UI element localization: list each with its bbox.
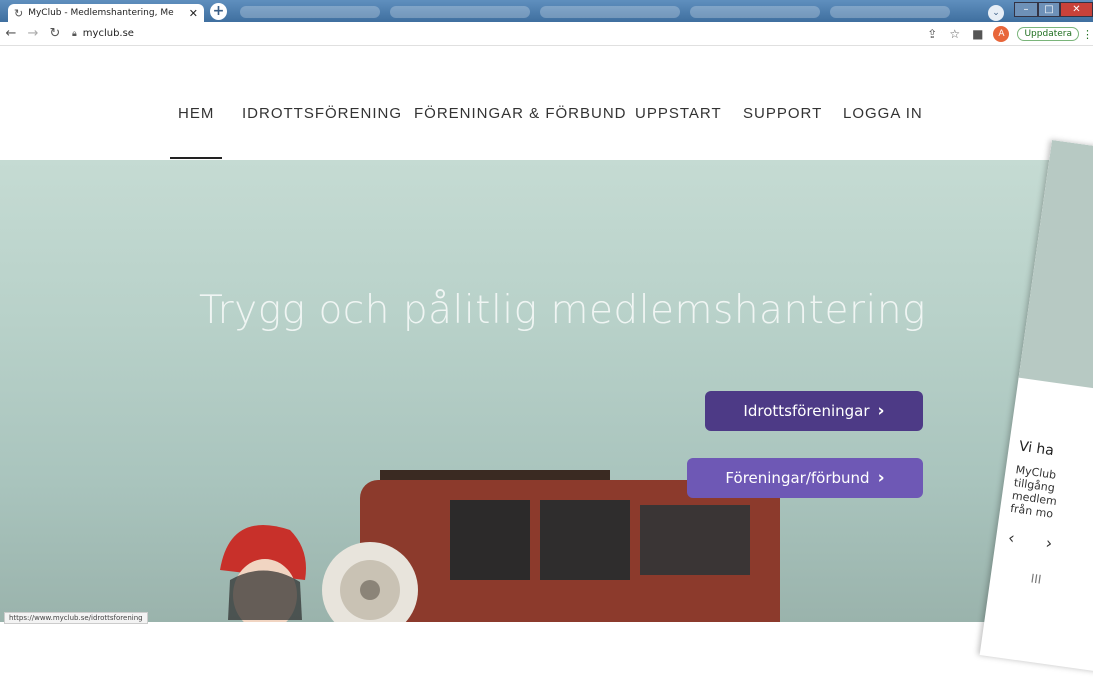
- browser-tab-bar: ↻ MyClub - Medlemshantering, Me ✕ + ⌄ – …: [0, 0, 1093, 22]
- profile-avatar[interactable]: A: [993, 26, 1010, 42]
- nav-item-uppstart[interactable]: UPPSTART: [635, 105, 722, 122]
- reload-icon[interactable]: ↻: [44, 26, 66, 41]
- foreningar-forbund-button[interactable]: Föreningar/förbund ›: [687, 458, 923, 498]
- status-bar-url: https://www.myclub.se/idrottsforening: [4, 612, 148, 624]
- chevron-right-icon: ›: [877, 468, 885, 488]
- address-url[interactable]: myclub.se: [83, 28, 134, 39]
- person-image: [220, 525, 306, 622]
- menu-kebab-icon[interactable]: ⋮: [1082, 28, 1093, 41]
- new-tab-button[interactable]: +: [210, 3, 227, 20]
- nav-item-hem[interactable]: HEM: [178, 105, 214, 122]
- tab-title: MyClub - Medlemshantering, Me: [28, 8, 174, 18]
- site-header: [0, 46, 1093, 160]
- card-heading: Vi ha: [1017, 438, 1055, 460]
- side-panel-icon[interactable]: ■: [972, 27, 983, 41]
- chevron-left-icon[interactable]: ‹: [1007, 528, 1016, 548]
- window-close-button[interactable]: ✕: [1060, 2, 1093, 17]
- foreningar-forbund-label: Föreningar/förbund: [725, 469, 870, 487]
- browser-tab[interactable]: [240, 6, 380, 18]
- lock-icon[interactable]: 🔒︎: [72, 29, 77, 39]
- browser-tab-active[interactable]: ↻ MyClub - Medlemshantering, Me ✕: [8, 4, 204, 22]
- maximize-button[interactable]: □: [1038, 2, 1060, 17]
- hero-section: Trygg och pålitlig medlemshantering: [0, 160, 1093, 622]
- browser-tab[interactable]: [540, 6, 680, 18]
- browser-toolbar: ← → ↻ 🔒︎ myclub.se ⇪ ☆ ■ A Uppdatera ⋮: [0, 22, 1093, 46]
- pager-icon[interactable]: III: [1030, 571, 1042, 586]
- browser-tab[interactable]: [390, 6, 530, 18]
- active-nav-underline: [170, 157, 222, 159]
- share-icon[interactable]: ⇪: [927, 27, 937, 41]
- minimize-button[interactable]: –: [1014, 2, 1038, 17]
- hero-title: Trygg och pålitlig medlemshantering: [199, 288, 926, 333]
- nav-item-foreningar-forbund[interactable]: FÖRENINGAR & FÖRBUND: [414, 105, 627, 122]
- nav-item-logga-in[interactable]: LOGGA IN: [843, 105, 923, 122]
- nav-item-support[interactable]: SUPPORT: [743, 105, 822, 122]
- nav-item-idrottsforening[interactable]: IDROTTSFÖRENING: [242, 105, 402, 122]
- back-arrow-icon[interactable]: ←: [0, 26, 22, 41]
- close-tab-icon[interactable]: ✕: [189, 7, 198, 20]
- browser-tab[interactable]: [830, 6, 950, 18]
- browser-tab[interactable]: [690, 6, 820, 18]
- chevron-right-icon[interactable]: ›: [1045, 533, 1054, 553]
- card-text: MyClub tillgång medlem från mo: [1009, 463, 1093, 542]
- idrottsforeningar-label: Idrottsföreningar: [743, 402, 870, 420]
- forward-arrow-icon[interactable]: →: [22, 26, 44, 41]
- address-bar[interactable]: 🔒︎ myclub.se: [72, 28, 134, 39]
- loading-icon: ↻: [14, 6, 24, 20]
- update-button[interactable]: Uppdatera: [1017, 27, 1079, 41]
- idrottsforeningar-button[interactable]: Idrottsföreningar ›: [705, 391, 923, 431]
- bookmark-star-icon[interactable]: ☆: [949, 27, 960, 41]
- tab-search-icon[interactable]: ⌄: [988, 5, 1004, 21]
- chevron-right-icon: ›: [877, 401, 885, 421]
